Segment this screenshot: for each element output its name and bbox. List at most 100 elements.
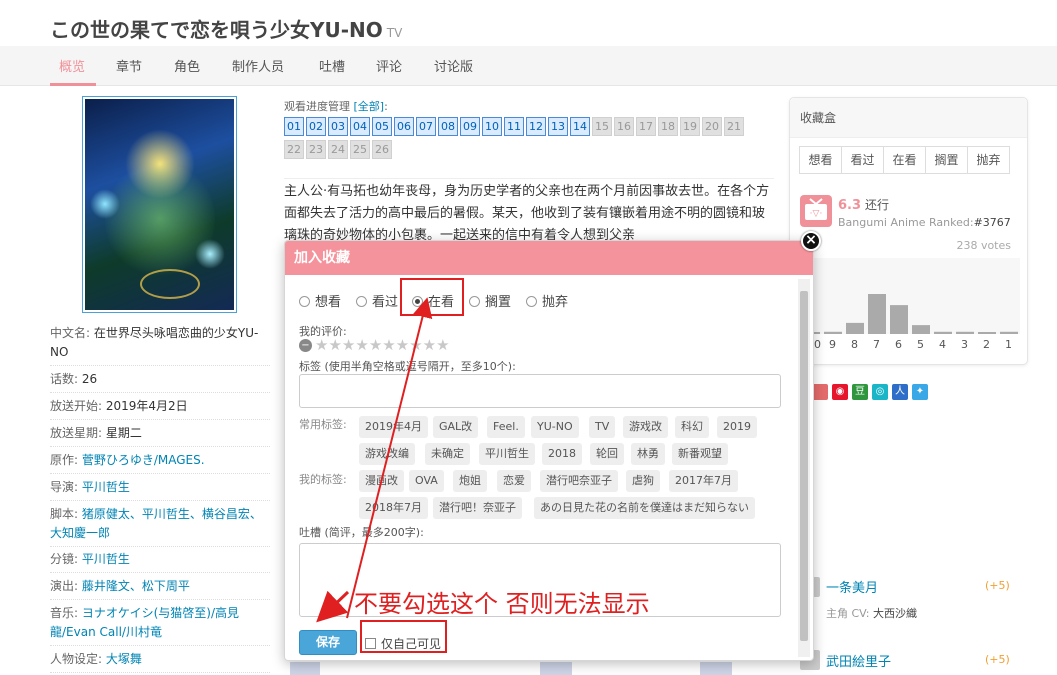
- episode-06[interactable]: 06: [394, 117, 414, 136]
- episode-01[interactable]: 01: [284, 117, 304, 136]
- episode-02[interactable]: 02: [306, 117, 326, 136]
- episode-05[interactable]: 05: [372, 117, 392, 136]
- tag-chip[interactable]: Feel.: [487, 416, 525, 438]
- tag-chip[interactable]: 平川哲生: [479, 443, 535, 465]
- episode-09[interactable]: 09: [460, 117, 480, 136]
- star-icon[interactable]: ★: [355, 338, 368, 353]
- doing-button[interactable]: 在看: [883, 146, 926, 174]
- episode-13[interactable]: 13: [548, 117, 568, 136]
- star-icon[interactable]: ★: [436, 338, 449, 353]
- episode-15[interactable]: 15: [592, 117, 612, 136]
- on-hold-button[interactable]: 搁置: [925, 146, 968, 174]
- tag-chip[interactable]: 潜行吧！奈亚子: [433, 497, 522, 519]
- share-douban-green-icon[interactable]: 豆: [852, 384, 868, 400]
- episode-03[interactable]: 03: [328, 117, 348, 136]
- episode-19[interactable]: 19: [680, 117, 700, 136]
- tag-chip[interactable]: 潜行吧奈亚子: [540, 470, 618, 492]
- status-dropped-option[interactable]: 抛弃: [526, 291, 568, 310]
- tag-chip[interactable]: 未确定: [425, 443, 470, 465]
- tag-chip[interactable]: 新番观望: [672, 443, 728, 465]
- tag-chip[interactable]: 林勇: [631, 443, 665, 465]
- episode-21[interactable]: 21: [724, 117, 744, 136]
- episode-16[interactable]: 16: [614, 117, 634, 136]
- tag-chip[interactable]: 漫画改: [359, 470, 404, 492]
- tag-chip[interactable]: TV: [589, 416, 616, 438]
- episode-director-links[interactable]: 藤井隆文、松下周平: [82, 579, 190, 593]
- save-button[interactable]: 保存: [299, 630, 357, 655]
- share-renren-icon[interactable]: 人: [892, 384, 908, 400]
- director-link[interactable]: 平川哲生: [82, 480, 130, 494]
- episode-24[interactable]: 24: [328, 140, 348, 159]
- original-link[interactable]: 菅野ひろゆき/MAGES.: [82, 453, 205, 467]
- star-icon[interactable]: ★: [328, 338, 341, 353]
- tags-input[interactable]: [299, 374, 781, 408]
- share-qzone-icon[interactable]: ◎: [872, 384, 888, 400]
- tab-overview[interactable]: 概览: [59, 56, 85, 75]
- episode-14[interactable]: 14: [570, 117, 590, 136]
- episode-18[interactable]: 18: [658, 117, 678, 136]
- character-name[interactable]: 武田絵里子: [826, 651, 891, 670]
- tag-chip[interactable]: 2019年4月: [359, 416, 428, 438]
- share-twitter-icon[interactable]: ✦: [912, 384, 928, 400]
- episode-07[interactable]: 07: [416, 117, 436, 136]
- cover-image[interactable]: [82, 96, 237, 313]
- episode-23[interactable]: 23: [306, 140, 326, 159]
- wish-button[interactable]: 想看: [799, 146, 842, 174]
- script-links[interactable]: 猪原健太、平川哲生、横谷昌宏、大知慶一郎: [50, 507, 262, 540]
- tab-episodes[interactable]: 章节: [116, 56, 142, 75]
- star-icon[interactable]: ★: [342, 338, 355, 353]
- share-douban-icon[interactable]: [812, 384, 828, 400]
- episode-17[interactable]: 17: [636, 117, 656, 136]
- episode-08[interactable]: 08: [438, 117, 458, 136]
- status-wish-option[interactable]: 想看: [299, 291, 341, 310]
- character-design-link[interactable]: 大塚舞: [106, 652, 142, 666]
- star-icon[interactable]: ★: [423, 338, 436, 353]
- tag-chip[interactable]: あの日見た花の名前を僕達はまだ知らない: [534, 497, 755, 519]
- status-on-hold-option[interactable]: 搁置: [469, 291, 511, 310]
- episode-04[interactable]: 04: [350, 117, 370, 136]
- star-icon[interactable]: ★: [409, 338, 422, 353]
- tag-chip[interactable]: 游戏改: [623, 416, 668, 438]
- episode-10[interactable]: 10: [482, 117, 502, 136]
- status-collect-option[interactable]: 看过: [356, 291, 398, 310]
- tag-chip[interactable]: 科幻: [675, 416, 709, 438]
- tab-comments[interactable]: 吐槽: [319, 56, 345, 75]
- collect-button[interactable]: 看过: [841, 146, 884, 174]
- dialog-scrollbar[interactable]: [798, 279, 810, 657]
- episode-26[interactable]: 26: [372, 140, 392, 159]
- all-episodes-link[interactable]: [全部]: [354, 100, 385, 113]
- tag-chip[interactable]: GAL改: [433, 416, 479, 438]
- storyboard-link[interactable]: 平川哲生: [82, 552, 130, 566]
- tag-chip[interactable]: 恋爱: [497, 470, 531, 492]
- episode-25[interactable]: 25: [350, 140, 370, 159]
- star-icon[interactable]: ★: [315, 338, 328, 353]
- rank-number[interactable]: #3767: [974, 216, 1011, 229]
- episode-11[interactable]: 11: [504, 117, 524, 136]
- tag-chip[interactable]: 2017年7月: [669, 470, 738, 492]
- tag-chip[interactable]: 炮姐: [453, 470, 487, 492]
- tag-chip[interactable]: YU-NO: [531, 416, 579, 438]
- share-weibo-icon[interactable]: ◉: [832, 384, 848, 400]
- tag-chip[interactable]: 2019: [717, 416, 757, 438]
- tag-chip[interactable]: 2018年7月: [359, 497, 428, 519]
- tag-chip[interactable]: 轮回: [590, 443, 624, 465]
- tag-chip[interactable]: OVA: [409, 470, 444, 492]
- cancel-rating-icon[interactable]: −: [299, 339, 312, 352]
- cv-link[interactable]: 大西沙織: [873, 607, 917, 620]
- star-icon[interactable]: ★: [382, 338, 395, 353]
- episode-20[interactable]: 20: [702, 117, 722, 136]
- tab-board[interactable]: 讨论版: [434, 56, 473, 75]
- tag-chip[interactable]: 游戏改编: [359, 443, 415, 465]
- close-icon[interactable]: ×: [801, 231, 821, 251]
- tag-chip[interactable]: 2018: [542, 443, 582, 465]
- tab-staff[interactable]: 制作人员: [232, 56, 284, 75]
- episode-22[interactable]: 22: [284, 140, 304, 159]
- tag-chip[interactable]: 虐狗: [626, 470, 660, 492]
- star-icon[interactable]: ★: [369, 338, 382, 353]
- character-name[interactable]: 一条美月: [826, 577, 878, 596]
- dropped-button[interactable]: 抛弃: [967, 146, 1010, 174]
- tab-reviews[interactable]: 评论: [376, 56, 402, 75]
- episode-12[interactable]: 12: [526, 117, 546, 136]
- tab-characters[interactable]: 角色: [174, 56, 200, 75]
- star-icon[interactable]: ★: [396, 338, 409, 353]
